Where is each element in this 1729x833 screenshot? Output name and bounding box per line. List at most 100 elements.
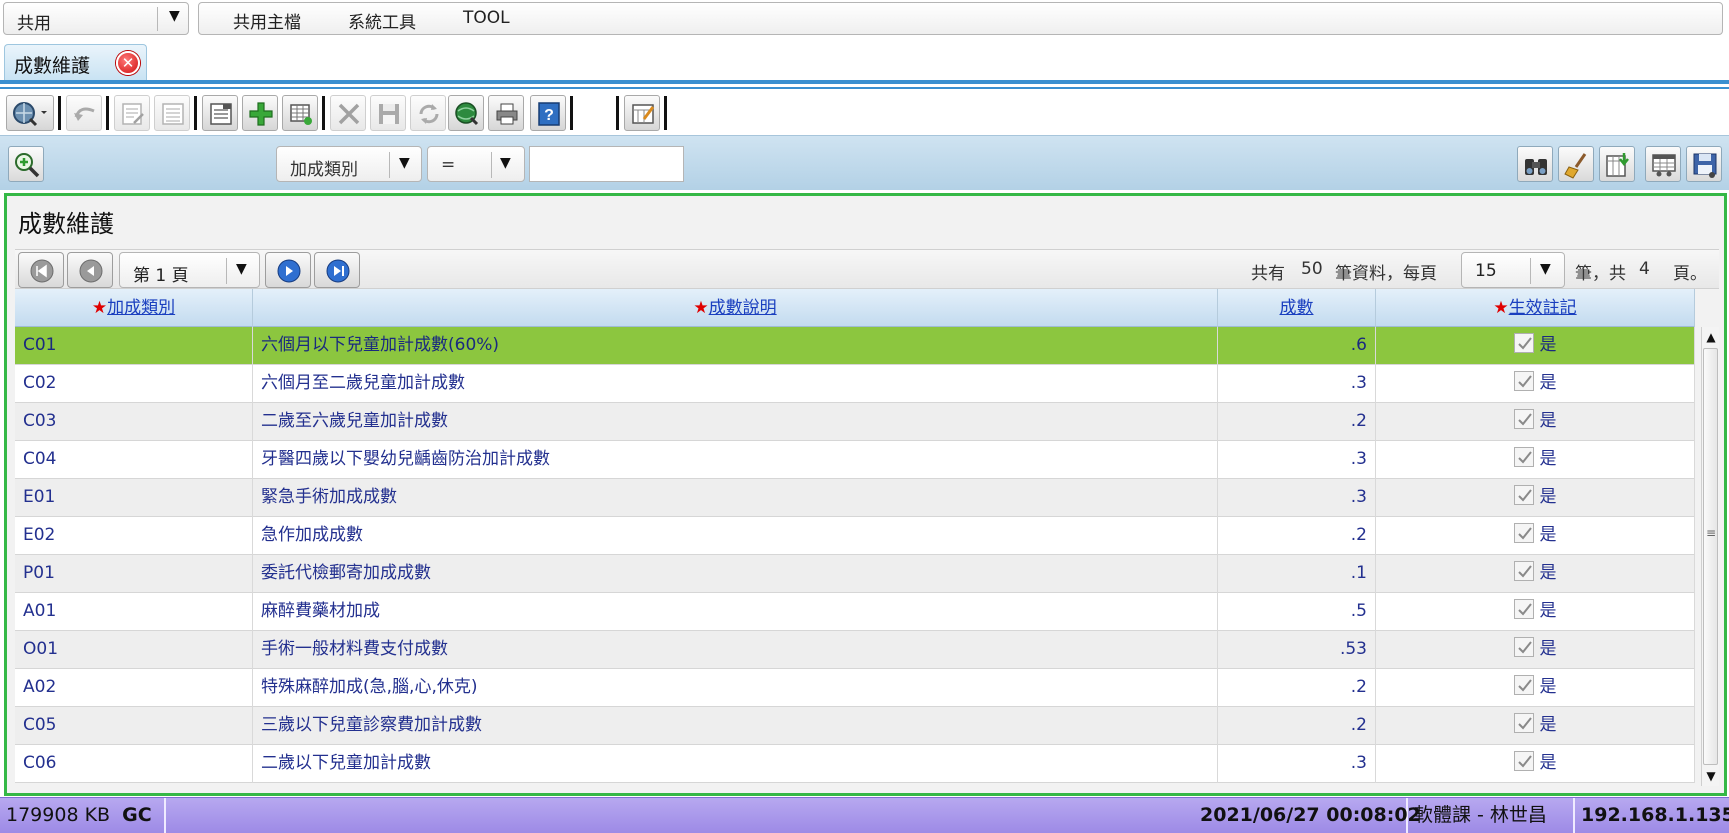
query-button[interactable] [6,95,54,131]
active-flag-cell[interactable]: 是 [1376,555,1695,593]
description-cell[interactable]: 特殊麻醉加成(急,腦,心,休克) [253,669,1218,707]
add-button[interactable] [242,95,278,131]
description-cell[interactable]: 急作加成成數 [253,517,1218,555]
table-row[interactable]: A02 特殊麻醉加成(急,腦,心,休克) .2 是 [15,669,1695,707]
scroll-thumb[interactable] [1703,348,1718,765]
rate-cell[interactable]: .3 [1218,745,1376,783]
rate-cell[interactable]: .53 [1218,631,1376,669]
column-header-category[interactable]: ★加成類別 [15,289,253,327]
description-cell[interactable]: 麻醉費藥材加成 [253,593,1218,631]
query-operator-select[interactable]: = ▼ [427,146,525,182]
active-flag-cell[interactable]: 是 [1376,479,1695,517]
web-button[interactable] [448,95,484,131]
table-row[interactable]: P01 委託代檢郵寄加成成數 .1 是 [15,555,1695,593]
checkbox-checked-icon[interactable] [1513,713,1534,733]
active-flag-cell[interactable]: 是 [1376,517,1695,555]
chevron-down-icon[interactable]: ▼ [500,155,511,171]
category-cell[interactable]: E01 [15,479,253,517]
category-cell[interactable]: P01 [15,555,253,593]
report-button[interactable] [624,95,660,131]
table-row[interactable]: C02 六個月至二歲兒童加計成數 .3 是 [15,365,1695,403]
scroll-up-icon[interactable]: ▲ [1702,327,1719,347]
active-flag-cell[interactable]: 是 [1376,669,1695,707]
table-row[interactable]: E02 急作加成成數 .2 是 [15,517,1695,555]
active-flag-cell[interactable]: 是 [1376,707,1695,745]
chevron-down-icon[interactable]: ▼ [399,155,410,171]
checkbox-checked-icon[interactable] [1513,523,1534,543]
checkbox-checked-icon[interactable] [1513,485,1534,505]
scroll-down-icon[interactable]: ▼ [1702,766,1719,786]
clear-button[interactable] [1558,146,1594,182]
checkbox-checked-icon[interactable] [1513,751,1534,771]
column-header-rate[interactable]: 成數 [1218,289,1376,327]
rate-cell[interactable]: .2 [1218,669,1376,707]
category-cell[interactable]: A02 [15,669,253,707]
chevron-down-icon[interactable]: ▼ [236,261,247,277]
menu-item-system-tools[interactable]: 系統工具 [348,8,416,33]
active-flag-cell[interactable]: 是 [1376,745,1695,783]
table-row[interactable]: A01 麻醉費藥材加成 .5 是 [15,593,1695,631]
active-flag-cell[interactable]: 是 [1376,631,1695,669]
active-flag-cell[interactable]: 是 [1376,593,1695,631]
tab-rate-maintenance[interactable]: 成數維護 ✕ [4,44,147,80]
description-cell[interactable]: 牙醫四歲以下嬰幼兒齲齒防治加計成數 [253,441,1218,479]
description-cell[interactable]: 委託代檢郵寄加成成數 [253,555,1218,593]
rate-cell[interactable]: .2 [1218,403,1376,441]
table-row[interactable]: O01 手術一般材料費支付成數 .53 是 [15,631,1695,669]
help-button[interactable]: ? [530,95,566,131]
category-cell[interactable]: A01 [15,593,253,631]
checkbox-checked-icon[interactable] [1513,637,1534,657]
category-cell[interactable]: C04 [15,441,253,479]
description-cell[interactable]: 二歲至六歲兒童加計成數 [253,403,1218,441]
rate-cell[interactable]: .2 [1218,517,1376,555]
description-cell[interactable]: 二歲以下兒童加計成數 [253,745,1218,783]
table-row[interactable]: E01 緊急手術加成成數 .3 是 [15,479,1695,517]
query-field-select[interactable]: 加成類別 ▼ [276,146,422,182]
save-layout-button[interactable] [1686,146,1722,182]
column-header-active-flag[interactable]: ★生效註記 [1376,289,1695,327]
chevron-down-icon[interactable]: ▼ [169,8,180,24]
active-flag-cell[interactable]: 是 [1376,441,1695,479]
checkbox-checked-icon[interactable] [1513,409,1534,429]
description-cell[interactable]: 緊急手術加成成數 [253,479,1218,517]
category-cell[interactable]: C05 [15,707,253,745]
rate-cell[interactable]: .6 [1218,327,1376,365]
next-page-button[interactable] [265,252,311,288]
grid-settings-button[interactable] [1645,146,1681,182]
chevron-down-icon[interactable]: ▼ [1540,261,1551,277]
save-button[interactable] [370,95,406,131]
refresh-button[interactable] [410,95,446,131]
table-row[interactable]: C01 六個月以下兒童加計成數(60%) .6 是 [15,327,1695,365]
category-cell[interactable]: O01 [15,631,253,669]
checkbox-checked-icon[interactable] [1513,675,1534,695]
module-select[interactable]: 共用 ▼ [3,2,189,35]
description-cell[interactable]: 六個月以下兒童加計成數(60%) [253,327,1218,365]
table-row[interactable]: C04 牙醫四歲以下嬰幼兒齲齒防治加計成數 .3 是 [15,441,1695,479]
rate-cell[interactable]: .3 [1218,479,1376,517]
table-row[interactable]: C03 二歲至六歲兒童加計成數 .2 是 [15,403,1695,441]
menu-item-tool[interactable]: TOOL [463,8,510,28]
copy-button[interactable] [282,95,318,131]
view-button[interactable] [202,95,238,131]
checkbox-checked-icon[interactable] [1513,447,1534,467]
page-select[interactable]: 第 1 頁 ▼ [119,252,260,288]
column-header-description[interactable]: ★成數說明 [253,289,1218,327]
active-flag-cell[interactable]: 是 [1376,365,1695,403]
category-cell[interactable]: C03 [15,403,253,441]
delete-button[interactable] [330,95,366,131]
import-button[interactable] [1599,146,1635,182]
description-cell[interactable]: 六個月至二歲兒童加計成數 [253,365,1218,403]
description-cell[interactable]: 三歲以下兒童診察費加計成數 [253,707,1218,745]
table-row[interactable]: C05 三歲以下兒童診察費加計成數 .2 是 [15,707,1695,745]
rate-cell[interactable]: .1 [1218,555,1376,593]
rate-cell[interactable]: .2 [1218,707,1376,745]
last-page-button[interactable] [314,252,360,288]
undo-button[interactable] [66,95,102,131]
description-cell[interactable]: 手術一般材料費支付成數 [253,631,1218,669]
active-flag-cell[interactable]: 是 [1376,327,1695,365]
rate-cell[interactable]: .5 [1218,593,1376,631]
export-button[interactable] [488,95,524,131]
find-button[interactable] [1517,146,1553,182]
menu-item-shared-master[interactable]: 共用主檔 [233,8,301,33]
close-icon[interactable]: ✕ [116,51,140,75]
